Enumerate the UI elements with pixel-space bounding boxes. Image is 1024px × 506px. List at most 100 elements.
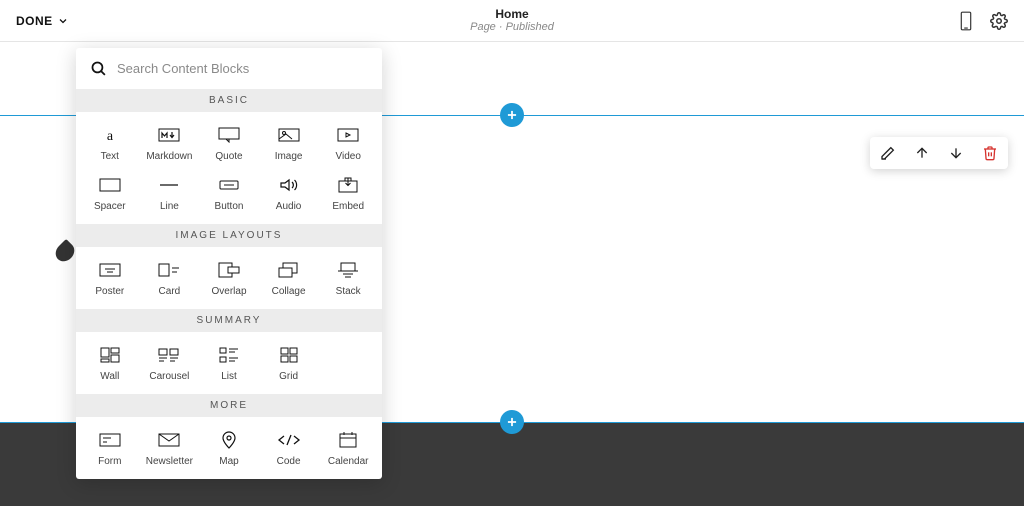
block-label: Form xyxy=(98,456,121,467)
chevron-down-icon xyxy=(57,15,69,27)
block-map[interactable]: Map xyxy=(199,425,259,475)
block-label: Image xyxy=(275,151,303,162)
add-section-button-top[interactable] xyxy=(500,103,524,127)
block-wall[interactable]: Wall xyxy=(80,340,140,390)
done-button[interactable]: DONE xyxy=(16,14,69,28)
search-row xyxy=(76,48,382,89)
block-label: Text xyxy=(101,151,119,162)
block-image[interactable]: Image xyxy=(259,120,319,170)
map-icon xyxy=(221,431,237,449)
poster-icon xyxy=(99,263,121,277)
list-icon xyxy=(219,347,239,363)
form-icon xyxy=(99,433,121,447)
block-label: Collage xyxy=(272,286,306,297)
basic-grid: a Text Markdown Quote Image Video Spa xyxy=(76,112,382,224)
newsletter-icon xyxy=(158,433,180,447)
move-down-button[interactable] xyxy=(946,143,966,163)
button-icon xyxy=(218,178,240,192)
content-block-popover: BASIC a Text Markdown Quote Image Video xyxy=(76,48,382,479)
card-icon xyxy=(158,263,180,277)
more-grid: Form Newsletter Map Code Calendar xyxy=(76,417,382,479)
category-header-more: MORE xyxy=(76,394,382,417)
arrow-up-icon xyxy=(914,145,930,161)
block-list[interactable]: List xyxy=(199,340,259,390)
block-label: Overlap xyxy=(211,286,246,297)
markdown-icon xyxy=(158,128,180,142)
block-label: Card xyxy=(159,286,181,297)
calendar-icon xyxy=(339,432,357,448)
add-section-button-bottom[interactable] xyxy=(500,410,524,434)
header-right xyxy=(958,11,1008,31)
block-label: Line xyxy=(160,201,179,212)
block-label: Grid xyxy=(279,371,298,382)
block-label: Embed xyxy=(332,201,364,212)
embed-icon xyxy=(337,177,359,193)
block-embed[interactable]: Embed xyxy=(318,170,378,220)
delete-button[interactable] xyxy=(980,143,1000,163)
block-overlap[interactable]: Overlap xyxy=(199,255,259,305)
quote-icon xyxy=(218,127,240,143)
block-label: Markdown xyxy=(146,151,192,162)
search-icon xyxy=(90,60,107,77)
block-calendar[interactable]: Calendar xyxy=(318,425,378,475)
summary-grid: Wall Carousel List Grid xyxy=(76,332,382,394)
category-header-image-layouts: IMAGE LAYOUTS xyxy=(76,224,382,247)
video-icon xyxy=(337,128,359,142)
block-video[interactable]: Video xyxy=(318,120,378,170)
audio-icon xyxy=(278,178,300,192)
image-icon xyxy=(278,128,300,142)
block-card[interactable]: Card xyxy=(140,255,200,305)
block-label: Button xyxy=(215,201,244,212)
block-line[interactable]: Line xyxy=(140,170,200,220)
move-up-button[interactable] xyxy=(912,143,932,163)
block-toolbar xyxy=(870,137,1008,169)
svg-text:a: a xyxy=(107,129,114,143)
editor-canvas: BASIC a Text Markdown Quote Image Video xyxy=(0,42,1024,506)
block-label: Wall xyxy=(100,371,119,382)
block-label: Stack xyxy=(336,286,361,297)
block-markdown[interactable]: Markdown xyxy=(140,120,200,170)
block-code[interactable]: Code xyxy=(259,425,319,475)
line-icon xyxy=(158,178,180,192)
block-poster[interactable]: Poster xyxy=(80,255,140,305)
spacer-icon xyxy=(99,178,121,192)
gear-icon[interactable] xyxy=(990,12,1008,30)
search-input[interactable] xyxy=(117,61,368,76)
block-audio[interactable]: Audio xyxy=(259,170,319,220)
block-spacer[interactable]: Spacer xyxy=(80,170,140,220)
block-form[interactable]: Form xyxy=(80,425,140,475)
block-grid[interactable]: Grid xyxy=(259,340,319,390)
block-label: List xyxy=(221,371,237,382)
wall-icon xyxy=(100,347,120,363)
stack-icon xyxy=(337,262,359,278)
grid-icon xyxy=(280,347,298,363)
page-title: Home xyxy=(470,7,554,21)
edit-button[interactable] xyxy=(878,143,898,163)
arrow-down-icon xyxy=(948,145,964,161)
block-label: Spacer xyxy=(94,201,126,212)
block-button[interactable]: Button xyxy=(199,170,259,220)
code-icon xyxy=(277,433,301,447)
overlap-icon xyxy=(218,262,240,278)
insert-handle[interactable] xyxy=(52,239,78,265)
block-quote[interactable]: Quote xyxy=(199,120,259,170)
trash-icon xyxy=(982,145,998,161)
block-label: Newsletter xyxy=(146,456,193,467)
block-text[interactable]: a Text xyxy=(80,120,140,170)
mobile-icon[interactable] xyxy=(958,11,974,31)
text-icon: a xyxy=(100,127,120,143)
category-header-basic: BASIC xyxy=(76,89,382,112)
block-label: Quote xyxy=(215,151,242,162)
page-title-area: Home Page · Published xyxy=(470,7,554,35)
done-label: DONE xyxy=(16,14,53,28)
block-collage[interactable]: Collage xyxy=(259,255,319,305)
block-label: Code xyxy=(277,456,301,467)
block-newsletter[interactable]: Newsletter xyxy=(140,425,200,475)
block-label: Map xyxy=(219,456,238,467)
page-subtitle: Page · Published xyxy=(470,21,554,34)
block-label: Audio xyxy=(276,201,302,212)
block-label: Calendar xyxy=(328,456,369,467)
block-carousel[interactable]: Carousel xyxy=(140,340,200,390)
block-stack[interactable]: Stack xyxy=(318,255,378,305)
image-layouts-grid: Poster Card Overlap Collage Stack xyxy=(76,247,382,309)
